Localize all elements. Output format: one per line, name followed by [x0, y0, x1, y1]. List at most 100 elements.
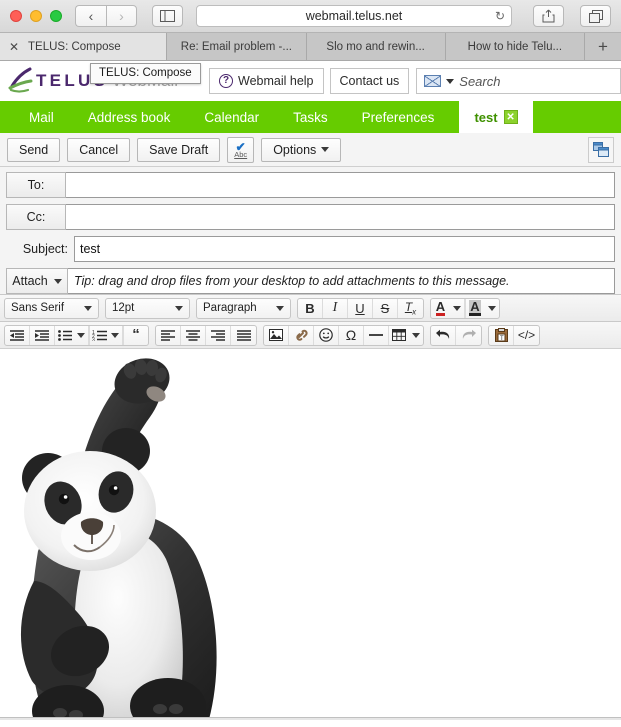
compose-body[interactable]	[0, 348, 621, 720]
emoticon-button[interactable]	[314, 325, 339, 345]
close-icon[interactable]: ✕	[503, 110, 518, 124]
webmail-help-button[interactable]: ? Webmail help	[209, 68, 324, 94]
minimize-window-button[interactable]	[30, 10, 42, 22]
tabs-overview-icon[interactable]	[580, 5, 611, 27]
numbered-list-dropdown[interactable]	[108, 325, 123, 345]
maximize-window-button[interactable]	[50, 10, 62, 22]
chevron-down-icon[interactable]	[446, 78, 455, 84]
contact-us-button[interactable]: Contact us	[329, 68, 410, 94]
navigation-buttons: ‹ ›	[75, 5, 137, 27]
contact-us-label: Contact us	[339, 74, 400, 88]
clear-formatting-button[interactable]: Tx	[398, 299, 423, 318]
spellcheck-button[interactable]: ✔ Abc	[227, 136, 255, 163]
forward-icon[interactable]: ›	[106, 5, 137, 27]
back-icon[interactable]: ‹	[75, 5, 106, 27]
paste-as-text-button[interactable]: T	[489, 325, 514, 345]
insert-link-button[interactable]	[289, 325, 314, 345]
block-format-select[interactable]: Paragraph	[196, 297, 291, 319]
to-row: To:	[6, 172, 615, 198]
cc-input[interactable]	[66, 204, 615, 230]
align-center-button[interactable]	[181, 325, 206, 345]
horizontal-rule-button[interactable]	[364, 325, 389, 345]
question-mark-icon: ?	[219, 74, 233, 88]
italic-button[interactable]: I	[323, 298, 348, 318]
browser-tab-1[interactable]: Re: Email problem -...	[167, 33, 307, 60]
nav-item-mail[interactable]: Mail	[12, 101, 71, 133]
svg-text:3: 3	[92, 337, 95, 341]
to-label[interactable]: To:	[6, 172, 66, 198]
subject-input[interactable]: test	[74, 236, 615, 262]
tab-close-icon[interactable]: ✕	[9, 40, 19, 54]
bullet-list-dropdown[interactable]	[74, 325, 89, 345]
font-size-value: 12pt	[112, 302, 135, 314]
underline-button[interactable]: U	[348, 298, 373, 318]
compose-action-bar: Send Cancel Save Draft ✔ Abc Options	[0, 133, 621, 167]
font-family-select[interactable]: Sans Serif	[4, 297, 99, 319]
special-character-button[interactable]: Ω	[339, 325, 364, 345]
text-color-dropdown[interactable]	[450, 298, 465, 318]
panda-right-eye	[108, 484, 120, 496]
browser-tab-2[interactable]: Slo mo and rewin...	[306, 33, 446, 60]
window-traffic-lights	[10, 10, 62, 22]
numbered-list-button[interactable]: 123	[89, 325, 108, 345]
panda-left-eye	[58, 493, 70, 505]
bold-button[interactable]: B	[298, 298, 323, 318]
attach-tip-text: Tip: drag and drop files from your deskt…	[68, 268, 615, 294]
nav-item-preferences[interactable]: Preferences	[345, 101, 452, 133]
close-window-button[interactable]	[10, 10, 22, 22]
compose-tab-test[interactable]: test ✕	[459, 101, 533, 133]
font-family-value: Sans Serif	[11, 302, 65, 314]
url-text: webmail.telus.net	[305, 9, 403, 23]
list-indent-group: 123 “	[4, 324, 149, 346]
subject-row: Subject: test	[6, 236, 615, 262]
reload-icon[interactable]: ↻	[495, 9, 505, 23]
subject-label: Subject:	[22, 242, 68, 256]
insert-table-button[interactable]	[389, 326, 408, 345]
blockquote-button[interactable]: “	[123, 325, 148, 345]
popout-window-button[interactable]	[588, 136, 614, 163]
background-color-button[interactable]: A	[465, 298, 484, 318]
send-button[interactable]: Send	[7, 137, 61, 162]
cc-label[interactable]: Cc:	[6, 204, 66, 230]
search-input[interactable]: Search	[459, 74, 500, 89]
nav-item-tasks[interactable]: Tasks	[276, 101, 345, 133]
address-bar[interactable]: webmail.telus.net ↻	[196, 5, 512, 27]
font-size-select[interactable]: 12pt	[105, 297, 190, 319]
insert-image-button[interactable]	[264, 325, 289, 345]
align-right-button[interactable]	[206, 325, 231, 345]
search-box[interactable]: Search	[416, 68, 621, 94]
compose-tab-label: test	[474, 109, 498, 125]
undo-button[interactable]	[431, 325, 456, 345]
share-icon[interactable]	[533, 5, 564, 27]
new-tab-button[interactable]: +	[585, 33, 621, 60]
panda-photo	[20, 358, 217, 720]
telus-swoosh-icon	[8, 67, 33, 93]
background-color-dropdown[interactable]	[484, 299, 499, 318]
color-group: A A	[430, 297, 500, 319]
nav-item-address-book[interactable]: Address book	[71, 101, 188, 133]
align-justify-button[interactable]	[231, 326, 256, 345]
browser-tab-3[interactable]: How to hide Telu...	[445, 33, 585, 60]
redo-button[interactable]	[456, 326, 481, 345]
chevron-down-icon	[276, 305, 284, 311]
outdent-button[interactable]	[5, 325, 30, 345]
nav-item-calendar[interactable]: Calendar	[187, 101, 276, 133]
bullet-list-button[interactable]	[55, 326, 74, 345]
align-left-button[interactable]	[156, 325, 181, 345]
sidebar-icon[interactable]	[152, 5, 183, 27]
text-color-button[interactable]: A	[431, 299, 450, 318]
chevron-down-icon	[175, 305, 183, 311]
save-draft-button[interactable]: Save Draft	[137, 137, 221, 162]
options-button[interactable]: Options	[261, 137, 342, 162]
insert-table-dropdown[interactable]	[408, 326, 423, 345]
cancel-button[interactable]: Cancel	[67, 137, 131, 162]
webmail-help-label: Webmail help	[238, 74, 314, 88]
indent-button[interactable]	[30, 325, 55, 345]
popout-windows-icon	[593, 142, 609, 157]
browser-tab-0[interactable]: ✕ TELUS: Compose	[0, 33, 168, 60]
attach-button[interactable]: Attach	[6, 268, 68, 294]
to-input[interactable]	[66, 172, 615, 198]
block-format-value: Paragraph	[203, 302, 257, 314]
strikethrough-button[interactable]: S	[373, 298, 398, 318]
source-code-button[interactable]: </>	[514, 326, 539, 345]
